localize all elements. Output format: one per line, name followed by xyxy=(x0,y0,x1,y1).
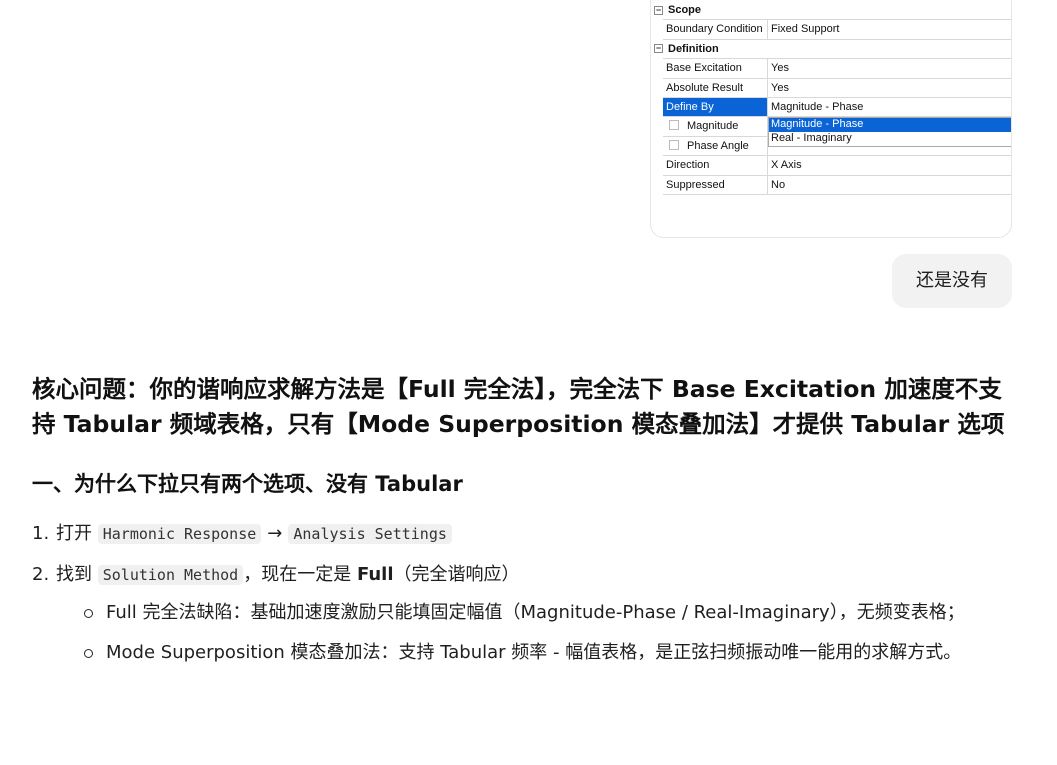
dropdown-option-real-imaginary[interactable]: Real - Imaginary xyxy=(769,132,1011,146)
row-boundary-condition[interactable]: Boundary Condition Fixed Support xyxy=(663,20,1011,40)
step-text: （完全谐响应） xyxy=(393,564,520,585)
magnitude-checkbox[interactable] xyxy=(669,120,679,131)
row-label: Phase Angle xyxy=(687,139,749,152)
inline-code: Harmonic Response xyxy=(97,524,262,544)
bold-text: Full xyxy=(356,564,394,585)
define-by-dropdown[interactable]: Magnitude - Phase Real - Imaginary xyxy=(768,117,1011,147)
properties-table: − Scope Boundary Condition Fixed Support … xyxy=(654,1,1011,195)
list-number: 1. xyxy=(32,523,50,544)
row-value: Yes xyxy=(771,62,789,75)
row-label: Absolute Result xyxy=(663,78,768,97)
section-definition[interactable]: − Definition xyxy=(654,40,1011,60)
user-message-bubble: 还是没有 xyxy=(892,254,1012,308)
bullet-text: Full 完全法缺陷：基础加速度激励只能填固定幅值（Magnitude-Phas… xyxy=(106,602,965,623)
row-absolute-result[interactable]: Absolute Result Yes xyxy=(663,78,1011,98)
list-item: 2. 找到 Solution Method ，现在一定是 Full（完全谐响应） xyxy=(32,562,1022,588)
list-number: 2. xyxy=(32,564,50,585)
inline-code: Solution Method xyxy=(97,565,244,585)
row-base-excitation[interactable]: Base Excitation Yes xyxy=(663,59,1011,79)
row-label: Suppressed xyxy=(663,175,768,194)
bullet-list: Full 完全法缺陷：基础加速度激励只能填固定幅值（Magnitude-Phas… xyxy=(82,598,1022,668)
circle-bullet-icon xyxy=(84,649,93,658)
list-item: Mode Superposition 模态叠加法：支持 Tabular 频率 -… xyxy=(82,638,1022,668)
arrow-icon: → xyxy=(267,523,283,544)
circle-bullet-icon xyxy=(84,609,93,618)
row-value: X Axis xyxy=(771,159,802,172)
row-label: Magnitude xyxy=(687,120,739,133)
list-item: Full 完全法缺陷：基础加速度激励只能填固定幅值（Magnitude-Phas… xyxy=(82,598,1022,628)
dropdown-option-magnitude-phase[interactable]: Magnitude - Phase xyxy=(769,118,1011,132)
steps-list: 1. 打开 Harmonic Response → Analysis Setting… xyxy=(32,521,1022,588)
row-label: Boundary Condition xyxy=(663,20,768,39)
collapse-icon[interactable]: − xyxy=(654,5,663,15)
assistant-answer: 核心问题：你的谐响应求解方法是【Full 完全法】，完全法下 Base Exci… xyxy=(32,372,1022,678)
section-label: Scope xyxy=(668,4,702,17)
row-value: Fixed Support xyxy=(771,23,840,36)
row-value: Yes xyxy=(771,81,789,94)
row-label: Base Excitation xyxy=(663,59,768,78)
bullet-text: Mode Superposition 模态叠加法：支持 Tabular 频率 -… xyxy=(106,642,962,663)
inline-code: Analysis Settings xyxy=(288,524,452,544)
row-label: Define By xyxy=(663,97,768,117)
row-direction[interactable]: Direction X Axis xyxy=(663,156,1011,176)
row-label: Direction xyxy=(663,156,768,175)
phase-angle-checkbox[interactable] xyxy=(669,139,679,150)
list-item: 1. 打开 Harmonic Response → Analysis Setting… xyxy=(32,521,1022,547)
attached-screenshot[interactable]: − Scope Boundary Condition Fixed Support … xyxy=(650,0,1012,238)
collapse-icon[interactable]: − xyxy=(654,44,663,54)
row-define-by[interactable]: Define By Magnitude - Phase xyxy=(663,97,1011,118)
row-value: No xyxy=(771,178,786,191)
define-by-select[interactable]: Magnitude - Phase xyxy=(768,98,1011,116)
step-text: ，现在一定是 xyxy=(243,564,352,585)
step-text: 打开 xyxy=(56,523,92,544)
section-label: Definition xyxy=(668,42,719,55)
answer-heading: 核心问题：你的谐响应求解方法是【Full 完全法】，完全法下 Base Exci… xyxy=(32,375,1005,438)
step-text: 找到 xyxy=(56,564,92,585)
section-scope[interactable]: − Scope xyxy=(654,1,1011,21)
row-suppressed[interactable]: Suppressed No xyxy=(663,175,1011,195)
section-title: 一、为什么下拉只有两个选项、没有 Tabular xyxy=(32,472,463,496)
